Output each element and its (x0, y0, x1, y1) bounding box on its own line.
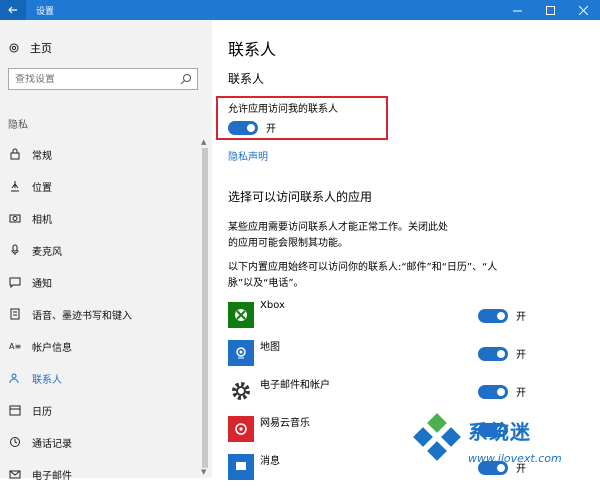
app-name: 消息 (260, 456, 280, 467)
allow-access-toggle[interactable]: 开 (228, 120, 276, 135)
watermark-title: 系统迷 (468, 420, 531, 444)
search-icon[interactable] (179, 72, 193, 86)
scroll-up-icon[interactable]: ▲ (201, 138, 206, 146)
sidebar-item-label: 通话记录 (32, 438, 72, 450)
builtin-apps-note: 以下内置应用始终可以访问你的联系人:“邮件”和“日历”、“人脉”以及“电话”。 (228, 262, 498, 289)
back-button[interactable] (0, 0, 26, 20)
sidebar-item-label: 语音、墨迹书写和键入 (32, 310, 132, 322)
app-toggle[interactable]: 开 (478, 346, 526, 361)
toggle-state: 开 (516, 312, 526, 323)
apps-section-title: 选择可以访问联系人的应用 (228, 190, 373, 204)
home-link[interactable]: 主页 (8, 40, 52, 56)
sidebar-item-calendar[interactable]: 日历 (0, 394, 200, 426)
apps-description: 某些应用需要访问联系人才能正常工作。关闭此处的应用可能会限制其功能。 (228, 222, 448, 249)
app-name: Xbox (260, 300, 285, 311)
sidebar-item-label: 相机 (32, 214, 52, 226)
messaging-icon (228, 454, 254, 480)
sidebar-scrollbar[interactable]: ▲ ▼ (200, 20, 210, 478)
svg-text:A≡: A≡ (9, 342, 21, 351)
sidebar-item-label: 联系人 (32, 374, 62, 386)
location-icon (8, 179, 22, 193)
toggle-state: 开 (266, 124, 276, 135)
app-toggle[interactable]: 开 (478, 384, 526, 399)
privacy-statement-link[interactable]: 隐私声明 (228, 148, 268, 163)
toggle-switch[interactable] (478, 308, 508, 323)
toggle-switch[interactable] (478, 346, 508, 361)
close-icon (579, 5, 588, 15)
sidebar-item-email[interactable]: 电子邮件 (0, 458, 200, 490)
scroll-down-icon[interactable]: ▼ (201, 468, 206, 476)
app-name: 电子邮件和帐户 (260, 380, 330, 391)
sidebar-item-contacts[interactable]: 联系人 (0, 362, 200, 394)
sidebar-item-camera[interactable]: 相机 (0, 202, 200, 234)
toggle-state: 开 (516, 350, 526, 361)
gear-icon (9, 43, 19, 53)
call-history-icon (8, 435, 22, 449)
minimize-icon (513, 10, 522, 11)
microphone-icon (8, 243, 22, 257)
netease-music-icon (228, 416, 254, 442)
sidebar-nav: 常规 位置 相机 麦克风 通知 语音、墨迹书写和键入 A≡ 帐户信息 联系人 日… (0, 138, 200, 490)
sidebar-item-location[interactable]: 位置 (0, 170, 200, 202)
minimize-button[interactable] (501, 0, 534, 20)
scroll-thumb[interactable] (202, 148, 208, 468)
page-title: 联系人 (228, 40, 277, 59)
app-row-maps: 地图 开 (228, 334, 538, 372)
app-row-mail-accounts: 电子邮件和帐户 开 (228, 372, 538, 410)
back-arrow-icon (8, 6, 17, 14)
window-controls (501, 0, 600, 20)
allow-access-label: 允许应用访问我的联系人 (228, 104, 338, 115)
maximize-icon (546, 5, 555, 15)
gear-icon (228, 378, 254, 404)
speech-icon (8, 307, 22, 321)
sidebar-item-label: 常规 (32, 150, 52, 162)
toggle-state: 开 (516, 388, 526, 399)
section-label: 隐私 (8, 120, 28, 131)
app-name: 地图 (260, 342, 280, 353)
camera-icon (8, 211, 22, 225)
watermark-url: www.ilovext.com (468, 452, 562, 465)
toggle-switch[interactable] (228, 120, 258, 135)
contacts-icon (8, 371, 22, 385)
section-title: 联系人 (228, 72, 265, 86)
window-title: 设置 (36, 6, 55, 17)
sidebar-item-label: 通知 (32, 278, 52, 290)
sidebar-item-notifications[interactable]: 通知 (0, 266, 200, 298)
maximize-button[interactable] (534, 0, 567, 20)
app-name: 网易云音乐 (260, 418, 310, 429)
sidebar-item-label: 位置 (32, 182, 52, 194)
sidebar-item-speech[interactable]: 语音、墨迹书写和键入 (0, 298, 200, 330)
xbox-icon (228, 302, 254, 328)
sidebar: 主页 隐私 常规 位置 相机 麦克风 通知 语音、墨迹书写和键入 (0, 20, 212, 482)
sidebar-item-call-history[interactable]: 通话记录 (0, 426, 200, 458)
sidebar-item-microphone[interactable]: 麦克风 (0, 234, 200, 266)
maps-icon (228, 340, 254, 366)
account-info-icon: A≡ (8, 339, 22, 353)
calendar-icon (8, 403, 22, 417)
toggle-switch[interactable] (478, 384, 508, 399)
sidebar-item-label: 帐户信息 (32, 342, 72, 354)
search-box[interactable] (8, 68, 198, 90)
app-row-xbox: Xbox 开 (228, 296, 538, 334)
notification-icon (8, 275, 22, 289)
sidebar-item-account-info[interactable]: A≡ 帐户信息 (0, 330, 200, 362)
sidebar-item-general[interactable]: 常规 (0, 138, 200, 170)
email-icon (8, 467, 22, 481)
search-input[interactable] (15, 73, 175, 85)
sidebar-item-label: 日历 (32, 406, 52, 418)
home-label: 主页 (30, 42, 52, 55)
sidebar-item-label: 电子邮件 (32, 470, 72, 482)
app-toggle[interactable]: 开 (478, 308, 526, 323)
title-bar: 设置 (0, 0, 600, 20)
lock-icon (8, 147, 22, 161)
sidebar-item-label: 麦克风 (32, 246, 62, 258)
close-button[interactable] (567, 0, 600, 20)
